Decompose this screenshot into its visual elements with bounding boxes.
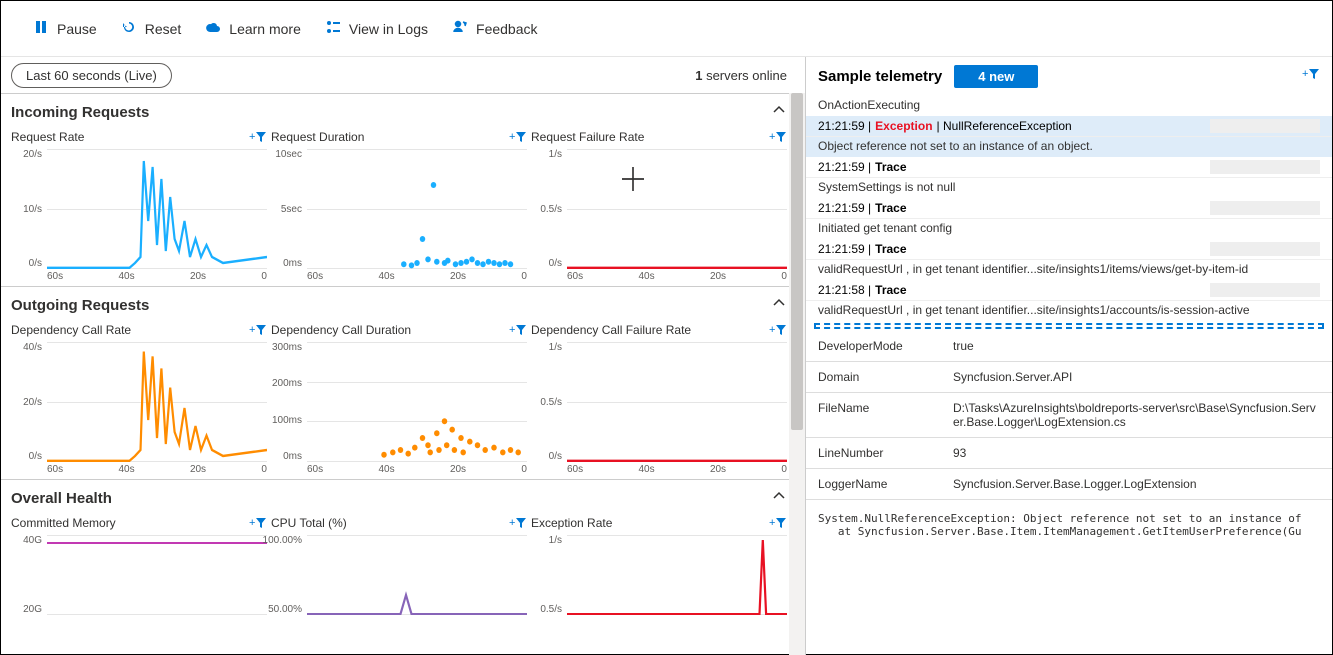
chart-dep-failure[interactable]: Dependency Call Failure Rate+ 1/s0.5/s0/… — [531, 318, 787, 479]
chart-title: Dependency Call Rate — [11, 323, 131, 337]
telemetry-message[interactable]: SystemSettings is not null — [806, 178, 1332, 198]
telemetry-message[interactable]: OnActionExecuting — [806, 96, 1332, 116]
metrics-pane: Last 60 seconds (Live) 1 servers online … — [1, 57, 806, 655]
servers-online[interactable]: 1 servers online — [695, 68, 787, 83]
telemetry-row[interactable]: 21:21:59 | Trace — [806, 198, 1332, 219]
chart-request-rate[interactable]: Request Rate+ 20/s10/s0/s 60s40s20s0 — [11, 125, 267, 286]
telemetry-message[interactable]: Object reference not set to an instance … — [806, 137, 1332, 157]
splitter-handle[interactable] — [814, 323, 1324, 329]
stack-trace: System.NullReferenceException: Object re… — [806, 500, 1332, 550]
cloud-icon — [205, 19, 221, 38]
chart-request-failure[interactable]: Request Failure Rate+ 1/s0.5/s0/s 60s40s… — [531, 125, 787, 286]
collapse-icon[interactable] — [771, 102, 787, 123]
chart-dep-rate[interactable]: Dependency Call Rate+ 40/s20/s0/s 60s40s… — [11, 318, 267, 479]
section-incoming-title: Incoming Requests — [11, 104, 149, 121]
feedback-icon — [452, 19, 468, 38]
telemetry-row[interactable]: 21:21:58 | Trace — [806, 280, 1332, 301]
reset-icon — [121, 19, 137, 38]
telemetry-row[interactable]: 21:21:59 | Exception | NullReferenceExce… — [806, 116, 1332, 137]
chart-exception[interactable]: Exception Rate+ 1/s0.5/s — [531, 511, 787, 615]
filter-icon[interactable]: + — [249, 516, 267, 530]
telemetry-title: Sample telemetry — [818, 68, 942, 85]
svg-text:+: + — [769, 324, 775, 336]
scrollbar[interactable] — [789, 93, 805, 655]
property-row[interactable]: DomainSyncfusion.Server.API — [806, 362, 1332, 393]
chart-title: Request Rate — [11, 130, 84, 144]
collapse-icon[interactable] — [771, 295, 787, 316]
property-row[interactable]: FileNameD:\Tasks\AzureInsights\boldrepor… — [806, 393, 1332, 438]
logs-label: View in Logs — [349, 21, 428, 37]
chart-title: CPU Total (%) — [271, 516, 347, 530]
learn-more-button[interactable]: Learn more — [205, 19, 301, 38]
pause-icon — [33, 19, 49, 38]
svg-text:+: + — [769, 517, 775, 529]
pause-button[interactable]: Pause — [33, 19, 97, 38]
telemetry-pane: Sample telemetry 4 new + OnActionExecuti… — [806, 57, 1332, 655]
chart-title: Dependency Call Duration — [271, 323, 411, 337]
chart-title: Request Failure Rate — [531, 130, 644, 144]
svg-text:+: + — [769, 131, 775, 143]
filter-icon[interactable]: + — [769, 130, 787, 144]
toolbar: Pause Reset Learn more View in Logs Feed… — [1, 1, 1332, 57]
chart-title: Dependency Call Failure Rate — [531, 323, 691, 337]
learn-label: Learn more — [229, 21, 301, 37]
property-row[interactable]: LineNumber93 — [806, 438, 1332, 469]
svg-text:+: + — [509, 324, 515, 336]
telemetry-list: OnActionExecuting21:21:59 | Exception | … — [806, 96, 1332, 321]
filter-icon[interactable]: + — [509, 323, 527, 337]
properties-table: DeveloperModetrueDomainSyncfusion.Server… — [806, 331, 1332, 500]
svg-text:+: + — [509, 517, 515, 529]
chart-title: Committed Memory — [11, 516, 116, 530]
telemetry-message[interactable]: validRequestUrl , in get tenant identifi… — [806, 301, 1332, 321]
reset-button[interactable]: Reset — [121, 19, 182, 38]
filter-icon[interactable]: + — [249, 323, 267, 337]
telemetry-message[interactable]: validRequestUrl , in get tenant identifi… — [806, 260, 1332, 280]
feedback-button[interactable]: Feedback — [452, 19, 537, 38]
telemetry-row[interactable]: 21:21:59 | Trace — [806, 239, 1332, 260]
feedback-label: Feedback — [476, 21, 537, 37]
section-outgoing-title: Outgoing Requests — [11, 297, 149, 314]
collapse-icon[interactable] — [771, 488, 787, 509]
svg-text:+: + — [1302, 68, 1308, 80]
new-events-button[interactable]: 4 new — [954, 65, 1038, 88]
property-row[interactable]: DeveloperModetrue — [806, 331, 1332, 362]
time-range-selector[interactable]: Last 60 seconds (Live) — [11, 63, 172, 88]
pin-filter-icon[interactable]: + — [1302, 67, 1320, 86]
svg-text:+: + — [509, 131, 515, 143]
reset-label: Reset — [145, 21, 182, 37]
chart-request-duration[interactable]: Request Duration+ 10sec5sec0ms 60s40s20s… — [271, 125, 527, 286]
filter-icon[interactable]: + — [509, 516, 527, 530]
filter-icon[interactable]: + — [769, 516, 787, 530]
chart-dep-duration[interactable]: Dependency Call Duration+ 300ms200ms100m… — [271, 318, 527, 479]
chart-memory[interactable]: Committed Memory+ 40G20G — [11, 511, 267, 615]
section-health-title: Overall Health — [11, 490, 112, 507]
property-row[interactable]: LoggerNameSyncfusion.Server.Base.Logger.… — [806, 469, 1332, 500]
svg-text:+: + — [249, 324, 255, 336]
view-logs-button[interactable]: View in Logs — [325, 19, 428, 38]
chart-title: Exception Rate — [531, 516, 612, 530]
filter-icon[interactable]: + — [249, 130, 267, 144]
svg-text:+: + — [249, 131, 255, 143]
filter-icon[interactable]: + — [509, 130, 527, 144]
filter-icon[interactable]: + — [769, 323, 787, 337]
chart-title: Request Duration — [271, 130, 364, 144]
chart-cpu[interactable]: CPU Total (%)+ 100.00%50.00% — [271, 511, 527, 615]
pause-label: Pause — [57, 21, 97, 37]
logs-icon — [325, 19, 341, 38]
svg-text:+: + — [249, 517, 255, 529]
telemetry-message[interactable]: Initiated get tenant config — [806, 219, 1332, 239]
telemetry-row[interactable]: 21:21:59 | Trace — [806, 157, 1332, 178]
